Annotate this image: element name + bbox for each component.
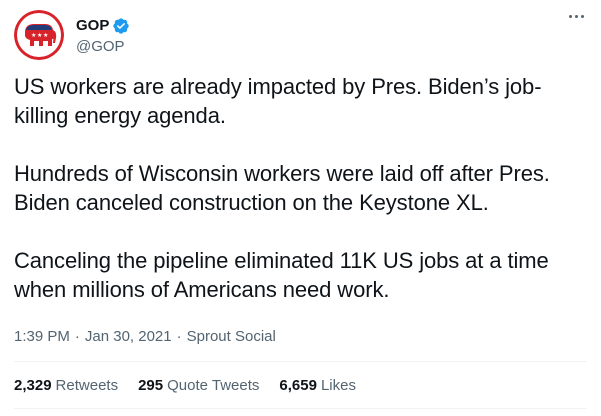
tweet-header: ★ ★ ★ GOP @GOP xyxy=(14,10,130,60)
tweet-paragraph: Hundreds of Wisconsin workers were laid … xyxy=(14,161,550,215)
author-names: GOP @GOP xyxy=(76,16,130,55)
retweets-count: 2,329 xyxy=(14,377,52,394)
tweet-card: ★ ★ ★ GOP @GOP US workers are already im… xyxy=(0,0,601,416)
tweet-time[interactable]: 1:39 PM xyxy=(14,328,70,345)
quote-tweets-count: 295 xyxy=(138,377,164,394)
display-name[interactable]: GOP xyxy=(76,17,109,34)
more-horizontal-icon[interactable] xyxy=(565,8,587,24)
more-dot xyxy=(568,14,572,18)
svg-text:★: ★ xyxy=(31,32,36,39)
likes-label: Likes xyxy=(320,377,356,394)
more-dot xyxy=(574,14,578,18)
divider xyxy=(14,361,587,362)
more-dot xyxy=(580,14,584,18)
divider xyxy=(14,408,587,409)
likes-stat[interactable]: 6,659 Likes xyxy=(279,377,356,394)
retweets-stat[interactable]: 2,329 Retweets xyxy=(14,377,118,394)
republican-elephant-logo-icon: ★ ★ ★ xyxy=(14,10,64,60)
svg-text:★: ★ xyxy=(43,32,48,39)
tweet-meta: 1:39 PM · Jan 30, 2021 · Sprout Social xyxy=(14,328,276,345)
tweet-source[interactable]: Sprout Social xyxy=(187,328,276,345)
tweet-date[interactable]: Jan 30, 2021 xyxy=(85,328,172,345)
quote-tweets-stat[interactable]: 295 Quote Tweets xyxy=(138,377,259,394)
quote-tweets-label: Quote Tweets xyxy=(167,377,260,394)
likes-count: 6,659 xyxy=(279,377,317,394)
tweet-text: US workers are already impacted by Pres.… xyxy=(14,72,584,304)
author-handle[interactable]: @GOP xyxy=(76,38,130,55)
avatar[interactable]: ★ ★ ★ xyxy=(14,10,64,60)
engagement-stats: 2,329 Retweets 295 Quote Tweets 6,659 Likes xyxy=(14,377,376,394)
separator: · xyxy=(176,328,182,345)
name-row: GOP xyxy=(76,16,130,36)
tweet-paragraph: Canceling the pipeline eliminated 11K US… xyxy=(14,248,549,302)
tweet-paragraph: US workers are already impacted by Pres.… xyxy=(14,74,542,128)
svg-text:★: ★ xyxy=(37,32,42,39)
retweets-label: Retweets xyxy=(55,377,119,394)
separator: · xyxy=(74,328,80,345)
verified-badge-icon xyxy=(113,17,130,34)
